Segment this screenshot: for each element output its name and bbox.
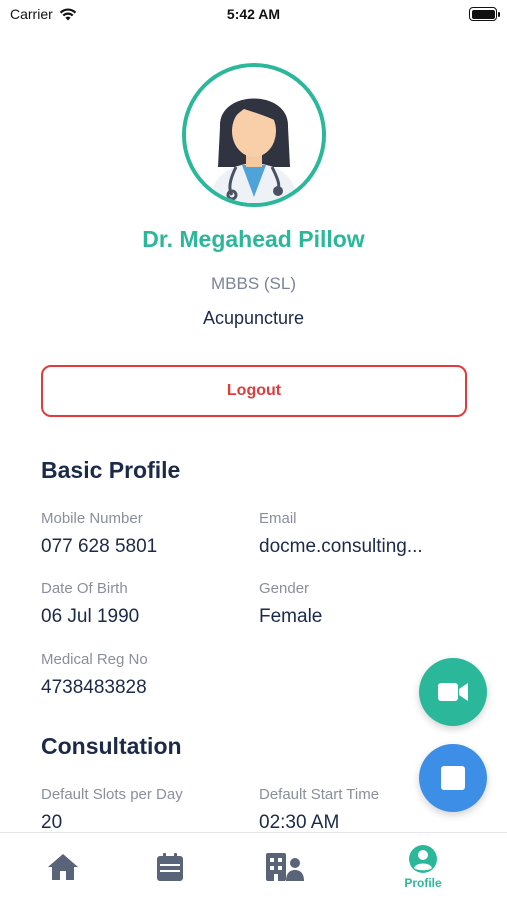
default-start-time-value: 02:30 AM (259, 812, 340, 832)
doctor-avatar-illustration (186, 67, 322, 203)
basic-profile-heading: Basic Profile (41, 457, 181, 483)
gender-label: Gender (259, 580, 310, 597)
default-start-time-label: Default Start Time (259, 786, 380, 803)
stop-button[interactable] (419, 744, 487, 812)
date-of-birth-label: Date Of Birth (41, 580, 128, 597)
tab-hospital[interactable] (222, 833, 348, 900)
stop-icon (441, 766, 465, 790)
doctor-qualification: MBBS (SL) (210, 274, 297, 293)
mobile-number-label: Mobile Number (41, 510, 143, 527)
battery-icon (469, 7, 500, 21)
calendar-icon (157, 853, 183, 881)
consultation-heading: Consultation (41, 733, 182, 759)
date-of-birth-value: 06 Jul 1990 (41, 606, 140, 627)
email-label: Email (259, 510, 297, 527)
mobile-number-value: 077 628 5801 (41, 536, 158, 557)
video-camera-icon (438, 683, 468, 701)
status-time: 5:42 AM (226, 6, 281, 22)
default-slots-value: 20 (41, 812, 63, 832)
doctor-specialty: Acupuncture (202, 308, 305, 328)
video-call-button[interactable] (419, 658, 487, 726)
hospital-icon (266, 853, 304, 881)
medical-reg-no-value: 4738483828 (41, 677, 147, 698)
tab-calendar[interactable] (107, 833, 233, 900)
medical-reg-no-label: Medical Reg No (41, 651, 148, 668)
profile-icon (409, 845, 437, 873)
gender-value: Female (259, 606, 323, 627)
logout-button[interactable]: Logout (41, 365, 467, 417)
bottom-tab-bar: Profile (0, 832, 507, 900)
email-value: docme.consulting... (259, 536, 423, 557)
tab-profile[interactable]: Profile (360, 833, 486, 900)
doctor-avatar (182, 63, 326, 207)
tab-profile-label: Profile (404, 876, 442, 890)
default-slots-label: Default Slots per Day (41, 786, 183, 803)
status-bar: Carrier 5:42 AM (0, 0, 507, 30)
home-icon (48, 854, 78, 880)
doctor-name: Dr. Megahead Pillow (142, 226, 365, 252)
